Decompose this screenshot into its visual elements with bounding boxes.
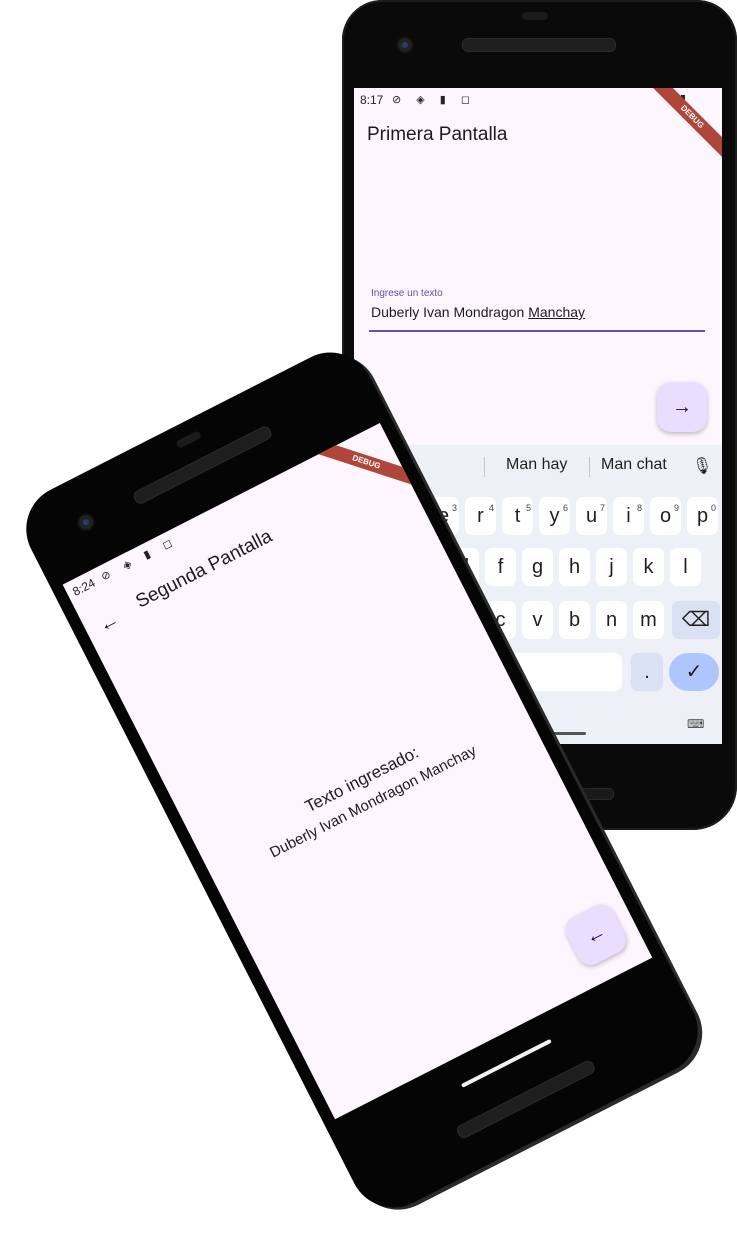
keyboard-switch-icon[interactable]: ⌨ <box>687 717 704 731</box>
phone-front-wrapper: 8:24 ⊘ ◈ ▮ ◻ DEBUG ← Segunda Pantalla Te… <box>11 337 713 1223</box>
key-number-hint: 0 <box>710 503 716 513</box>
back-arrow-icon[interactable]: ← <box>95 608 123 638</box>
notification-icons: ⊘ ◈ ▮ ◻ <box>392 94 477 106</box>
earpiece-slot <box>175 430 202 450</box>
top-speaker-grille <box>462 38 616 52</box>
front-camera <box>398 38 412 52</box>
front-camera <box>76 512 96 532</box>
second-screen: 8:24 ⊘ ◈ ▮ ◻ DEBUG ← Segunda Pantalla Te… <box>62 422 653 1120</box>
key-p[interactable]: p0 <box>687 497 718 535</box>
page-title: Primera Pantalla <box>367 124 508 145</box>
phone-device-front: 8:24 ⊘ ◈ ▮ ◻ DEBUG ← Segunda Pantalla Te… <box>11 337 713 1223</box>
text-input-value: Duberly Ivan Mondragon <box>371 304 529 320</box>
received-text-block: Texto ingresado: Duberly Ivan Mondragon … <box>199 690 536 890</box>
earpiece-slot <box>522 12 548 20</box>
bottom-speaker-grille <box>454 1058 597 1141</box>
go-back-button[interactable]: ← <box>560 899 631 970</box>
text-field-underline <box>369 330 705 332</box>
received-text-value: Duberly Ivan Mondragon Manchay <box>267 742 480 862</box>
page-title: Segunda Pantalla <box>132 525 276 613</box>
backspace-icon: ⌫ <box>681 609 711 631</box>
arrow-left-icon: ← <box>581 919 610 949</box>
text-field-label: Ingrese un texto <box>371 288 443 299</box>
checkmark-icon: ✓ <box>685 661 703 683</box>
composing-word: Manchay <box>528 304 586 320</box>
text-input[interactable]: Duberly Ivan Mondragon Manchay <box>371 304 585 320</box>
key-label: p <box>696 505 709 527</box>
microphone-icon[interactable]: 🎙 <box>692 456 712 476</box>
status-time: 8:17 <box>360 93 384 107</box>
status-time: 8:24 <box>70 575 98 599</box>
received-text-label: Texto ingresado: <box>301 742 422 817</box>
